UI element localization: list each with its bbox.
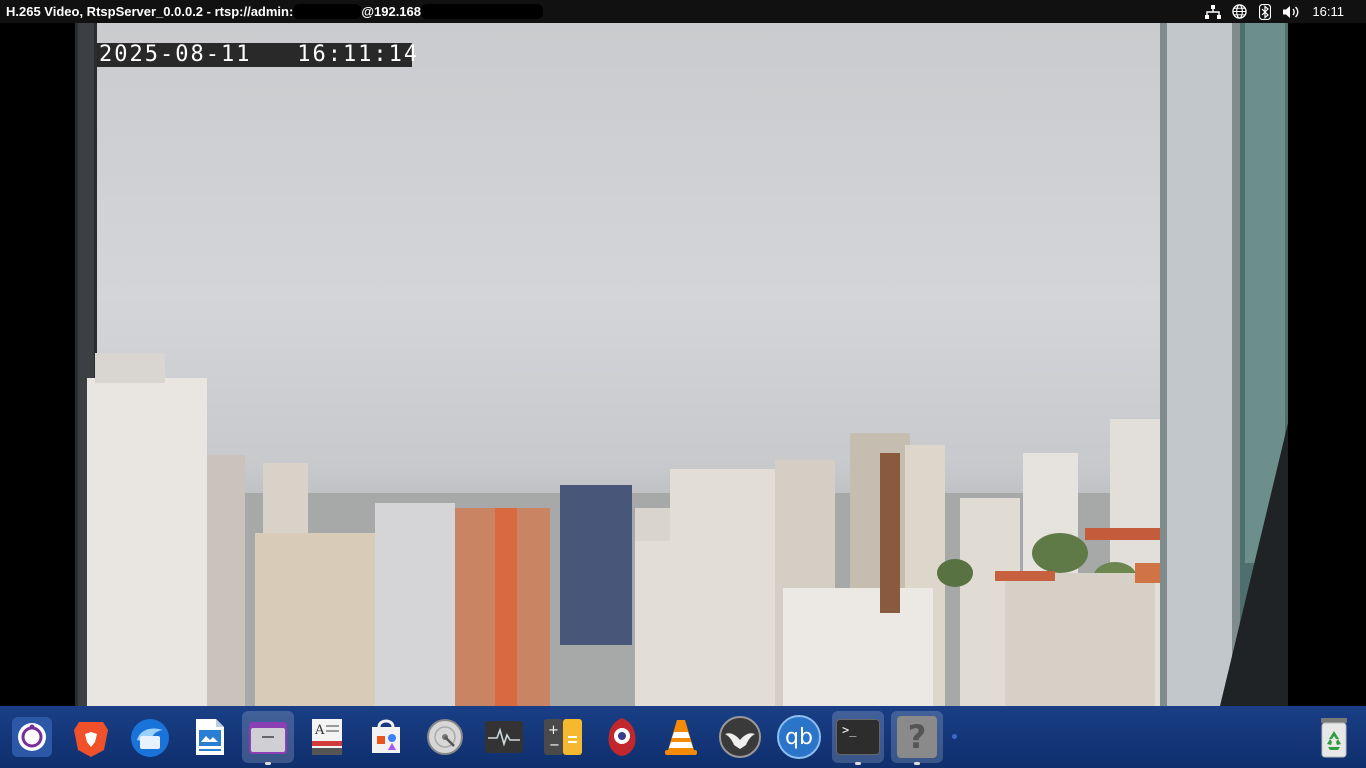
ubuntu-icon — [12, 717, 52, 757]
video-frame[interactable]: 2025-08-11 16:11:14 — [75, 23, 1288, 706]
dock-rclone-browser[interactable] — [596, 711, 648, 763]
writer-icon — [196, 719, 224, 755]
terminal-icon: >_ — [836, 719, 880, 755]
bird-silhouette-icon — [719, 716, 761, 758]
system-tray: 16:11 — [1198, 0, 1366, 23]
trash-icon — [1321, 718, 1347, 758]
dock-document-viewer[interactable]: A — [301, 711, 353, 763]
city-skyline-image — [75, 23, 1288, 706]
thunderbird-icon — [131, 719, 169, 757]
dock-terminal[interactable]: >_ — [832, 711, 884, 765]
dock-unknown-app[interactable]: ? — [891, 711, 943, 765]
network-icon[interactable] — [1202, 0, 1224, 23]
system-monitor-icon — [485, 721, 523, 753]
redacted-ip — [421, 4, 543, 19]
dock: A + − qb >_ ? — [0, 706, 1366, 768]
dock-ubuntu-launcher[interactable] — [6, 711, 58, 763]
vlc-cone-icon — [665, 720, 697, 755]
dock-app-center[interactable] — [360, 711, 412, 763]
document-viewer-icon: A — [312, 719, 342, 755]
camera-timestamp-overlay: 2025-08-11 16:11:14 — [97, 42, 417, 67]
dock-libreoffice-writer[interactable] — [183, 711, 235, 763]
globe-icon[interactable] — [1228, 0, 1250, 23]
svg-text:+: + — [548, 723, 559, 738]
running-indicator — [855, 762, 861, 765]
redacted-password — [293, 4, 362, 19]
dock-disk-usage[interactable] — [419, 711, 471, 763]
svg-text:−: − — [549, 738, 560, 753]
calculator-icon: +− — [544, 719, 582, 755]
dock-thunderbird[interactable] — [124, 711, 176, 763]
bluetooth-icon[interactable] — [1254, 0, 1276, 23]
dock-trash[interactable] — [1308, 711, 1360, 763]
red-bird-icon — [608, 718, 636, 756]
window-title-prefix: H.265 Video, RtspServer_0.0.0.2 - rtsp:/… — [6, 4, 294, 19]
dock-vlc[interactable] — [655, 711, 707, 763]
top-bar: H.265 Video, RtspServer_0.0.0.2 - rtsp:/… — [0, 0, 1366, 23]
dock-calculator[interactable]: + − — [537, 711, 589, 763]
osd-time: 16:11:14 — [297, 42, 420, 67]
dock-qbittorrent[interactable]: qb — [773, 711, 825, 763]
volume-icon[interactable] — [1280, 0, 1302, 23]
svg-text:A: A — [314, 723, 325, 738]
dock-separator-dot — [952, 734, 957, 739]
question-icon: ? — [897, 716, 937, 758]
window-title: H.265 Video, RtspServer_0.0.0.2 - rtsp:/… — [6, 4, 543, 19]
dock-bird-app[interactable] — [714, 711, 766, 763]
folder-icon — [249, 722, 287, 754]
disk-icon — [427, 719, 463, 755]
clock[interactable]: 16:11 — [1312, 4, 1344, 19]
running-indicator — [265, 762, 271, 765]
dock-files[interactable] — [242, 711, 294, 765]
osd-date: 2025-08-11 — [99, 42, 252, 67]
window-title-host: @192.168 — [361, 4, 421, 19]
dock-brave-browser[interactable] — [65, 711, 117, 763]
dock-system-monitor[interactable] — [478, 711, 530, 763]
app-center-icon — [372, 719, 400, 753]
running-indicator — [914, 762, 920, 765]
brave-icon — [74, 722, 108, 757]
qbittorrent-icon: qb — [777, 715, 821, 759]
